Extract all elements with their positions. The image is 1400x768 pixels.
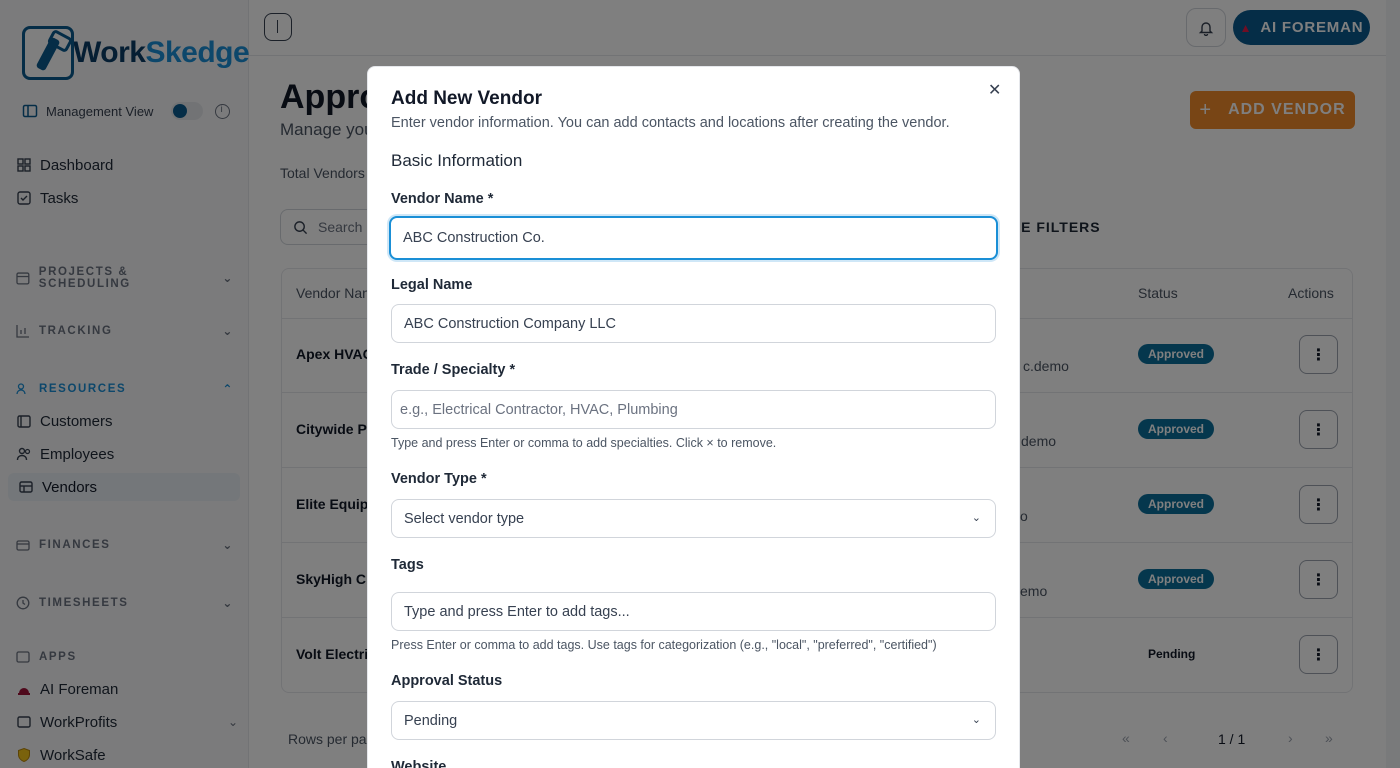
- close-icon[interactable]: ✕: [988, 80, 1001, 100]
- vendor-name-label: Vendor Name *: [391, 191, 494, 207]
- trade-specialty-input[interactable]: e.g., Electrical Contractor, HVAC, Plumb…: [391, 390, 996, 429]
- tags-placeholder: Type and press Enter to add tags...: [404, 603, 630, 620]
- vendor-type-value: Select vendor type: [404, 510, 525, 527]
- tags-help: Press Enter or comma to add tags. Use ta…: [391, 638, 937, 652]
- legal-name-label: Legal Name: [391, 277, 473, 293]
- tags-input[interactable]: Type and press Enter to add tags...: [391, 592, 996, 631]
- vendor-type-select[interactable]: Select vendor type ⌄: [391, 499, 996, 538]
- chevron-down-icon: ⌄: [971, 512, 981, 524]
- tags-label: Tags: [391, 557, 424, 573]
- vendor-type-label: Vendor Type *: [391, 471, 487, 487]
- vendor-name-value: ABC Construction Co.: [403, 230, 545, 246]
- trade-specialty-label: Trade / Specialty *: [391, 362, 516, 378]
- approval-status-select[interactable]: Pending ⌄: [391, 701, 996, 740]
- vendor-name-input[interactable]: ABC Construction Co.: [389, 216, 998, 260]
- dialog-title: Add New Vendor: [391, 88, 542, 109]
- legal-name-value: ABC Construction Company LLC: [404, 315, 616, 332]
- chevron-down-icon: ⌄: [971, 714, 981, 726]
- trade-specialty-placeholder: e.g., Electrical Contractor, HVAC, Plumb…: [400, 401, 678, 418]
- legal-name-input[interactable]: ABC Construction Company LLC: [391, 304, 996, 343]
- section-heading: Basic Information: [391, 151, 523, 170]
- dialog-description: Enter vendor information. You can add co…: [391, 115, 950, 131]
- approval-status-label: Approval Status: [391, 673, 503, 689]
- website-label: Website: [391, 759, 447, 768]
- approval-status-value: Pending: [404, 712, 458, 729]
- trade-specialty-help: Type and press Enter or comma to add spe…: [391, 436, 777, 450]
